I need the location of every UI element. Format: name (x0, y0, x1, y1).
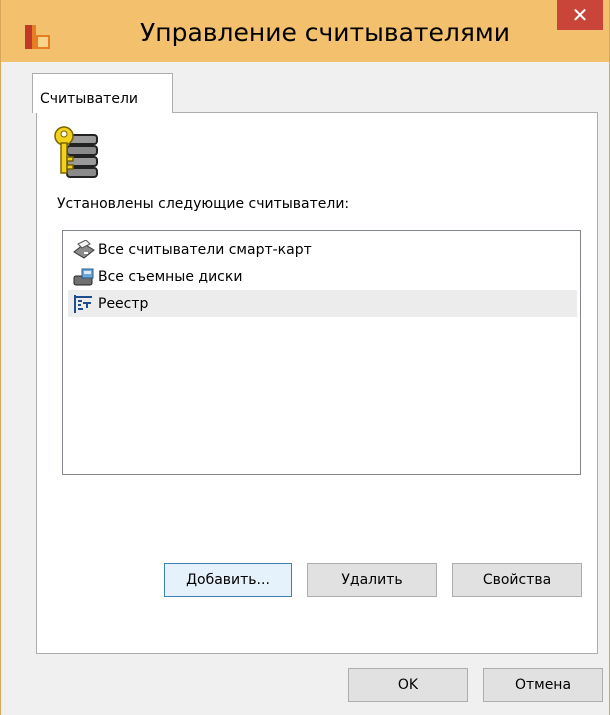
registry-icon (74, 294, 92, 313)
list-item-smartcard-readers[interactable]: Все считыватели смарт-карт (68, 236, 577, 263)
cancel-button[interactable]: Отмена (483, 668, 603, 702)
readers-list[interactable]: Все считыватели смарт-карт Все съемные д… (62, 230, 581, 475)
tab-panel: Установлены следующие считыватели: Все с… (36, 112, 598, 654)
removable-disk-icon (73, 268, 94, 285)
list-item-removable-disks[interactable]: Все съемные диски (68, 263, 577, 290)
title-bar[interactable]: Управление считывателями ✕ (1, 0, 609, 62)
list-item-label: Реестр (98, 295, 149, 312)
list-item-label: Все съемные диски (98, 268, 243, 285)
dialog-client-area: Считыватели Установлены следующие считыв… (1, 62, 609, 715)
window-title: Управление считывателями (140, 18, 510, 47)
list-item-label: Все считыватели смарт-карт (98, 241, 312, 258)
tab-readers[interactable]: Считыватели (32, 73, 173, 113)
ok-button[interactable]: OK (348, 668, 468, 702)
add-button[interactable]: Добавить... (164, 563, 292, 597)
close-button[interactable]: ✕ (557, 0, 603, 30)
key-readers-icon (54, 126, 98, 178)
tab-readers-label: Считыватели (40, 91, 138, 107)
dialog-window: Управление считывателями ✕ Считыватели У… (0, 0, 610, 715)
installed-readers-label: Установлены следующие считыватели: (57, 196, 350, 212)
smartcard-reader-icon (73, 239, 95, 259)
close-icon: ✕ (571, 3, 589, 27)
list-item-registry[interactable]: Реестр (68, 290, 577, 317)
remove-button[interactable]: Удалить (307, 563, 437, 597)
properties-button[interactable]: Свойства (452, 563, 582, 597)
